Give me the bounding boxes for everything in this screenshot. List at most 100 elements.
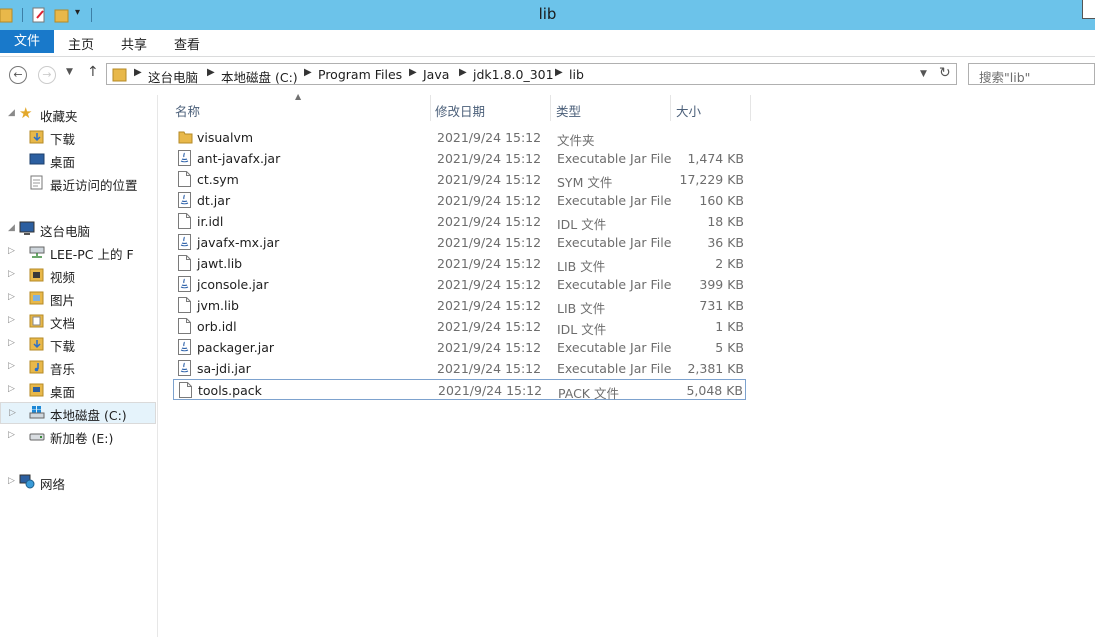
- file-name: ant-javafx.jar: [197, 151, 281, 166]
- nav-network-drive-f[interactable]: ▷ LEE-PC 上的 F: [0, 241, 156, 263]
- nav-desktop[interactable]: ▷ 桌面: [0, 379, 156, 401]
- file-row[interactable]: jvm.lib 2021/9/24 15:12 LIB 文件 731 KB: [173, 295, 746, 316]
- file-row[interactable]: ant-javafx.jar 2021/9/24 15:12 Executable …: [173, 148, 746, 169]
- file-modified-date: 2021/9/24 15:12: [437, 151, 542, 166]
- breadcrumb-chevron-icon[interactable]: ▶: [134, 67, 142, 78]
- nav-videos[interactable]: ▷ 视频: [0, 264, 156, 286]
- nav-favorites[interactable]: ◢ ★ 收藏夹: [0, 103, 156, 125]
- folder-icon: [178, 131, 193, 144]
- collapse-arrow-icon[interactable]: ▷: [8, 476, 15, 486]
- file-row[interactable]: ct.sym 2021/9/24 15:12 SYM 文件 17,229 KB: [173, 169, 746, 190]
- file-row[interactable]: orb.idl 2021/9/24 15:12 IDL 文件 1 KB: [173, 316, 746, 337]
- nav-favorites-downloads[interactable]: 下载: [0, 126, 156, 148]
- nav-network[interactable]: ▷ 网络: [0, 471, 156, 493]
- file-modified-date: 2021/9/24 15:12: [437, 172, 542, 187]
- forward-button[interactable]: →: [38, 66, 56, 84]
- nav-downloads[interactable]: ▷ 下载: [0, 333, 156, 355]
- address-history-chevron-icon[interactable]: ▼: [920, 69, 927, 79]
- collapse-arrow-icon[interactable]: ▷: [8, 361, 15, 371]
- downloads-folder-icon: [29, 337, 44, 351]
- collapse-arrow-icon[interactable]: ▷: [8, 246, 15, 256]
- nav-music[interactable]: ▷ 音乐: [0, 356, 156, 378]
- file-type: Executable Jar File: [557, 193, 672, 208]
- nav-pictures[interactable]: ▷ 图片: [0, 287, 156, 309]
- nav-documents[interactable]: ▷ 文档: [0, 310, 156, 332]
- file-icon: [178, 255, 191, 271]
- column-label: 类型: [556, 104, 582, 119]
- nav-this-pc[interactable]: ◢ 这台电脑: [0, 218, 156, 240]
- file-row[interactable]: packager.jar 2021/9/24 15:12 Executable Ja…: [173, 337, 746, 358]
- expand-arrow-icon[interactable]: ◢: [8, 223, 15, 233]
- file-type: 文件夹: [557, 133, 595, 148]
- jar-icon: [178, 276, 191, 292]
- window-close-edge[interactable]: [1082, 0, 1095, 19]
- breadcrumb-java[interactable]: Java: [423, 67, 449, 82]
- collapse-arrow-icon[interactable]: ▷: [8, 269, 15, 279]
- file-row[interactable]: tools.pack 2021/9/24 15:12 PACK 文件 5,048 KB: [173, 379, 746, 401]
- breadcrumb-local-disk[interactable]: 本地磁盘 (C:): [221, 67, 298, 86]
- expand-arrow-icon[interactable]: ◢: [8, 108, 15, 118]
- file-name: packager.jar: [197, 340, 275, 355]
- collapse-arrow-icon[interactable]: ▷: [8, 292, 15, 302]
- file-row[interactable]: sa-jdi.jar 2021/9/24 15:12 Executable Jar …: [173, 358, 746, 379]
- file-name: javafx-mx.jar: [197, 235, 280, 250]
- nav-label: 桌面: [50, 155, 76, 170]
- breadcrumb-chevron-icon[interactable]: ▶: [459, 67, 467, 78]
- file-row[interactable]: visualvm 2021/9/24 15:12 文件夹: [173, 127, 746, 148]
- back-button[interactable]: ←: [9, 66, 27, 84]
- file-size: 36 KB: [707, 235, 744, 250]
- file-modified-date: 2021/9/24 15:12: [437, 235, 542, 250]
- tab-share[interactable]: 共享: [121, 34, 147, 53]
- collapse-arrow-icon[interactable]: ▷: [8, 315, 15, 325]
- breadcrumb-jdk[interactable]: jdk1.8.0_301: [473, 67, 554, 82]
- breadcrumb-chevron-icon[interactable]: ▶: [207, 67, 215, 78]
- file-modified-date: 2021/9/24 15:12: [437, 277, 542, 292]
- breadcrumb-chevron-icon[interactable]: ▶: [304, 67, 312, 78]
- file-row[interactable]: ir.idl 2021/9/24 15:12 IDL 文件 18 KB: [173, 211, 746, 232]
- collapse-arrow-icon[interactable]: ▷: [8, 430, 15, 440]
- file-size: 5 KB: [715, 340, 744, 355]
- file-size: 399 KB: [699, 277, 744, 292]
- collapse-arrow-icon[interactable]: ▷: [8, 384, 15, 394]
- file-row[interactable]: javafx-mx.jar 2021/9/24 15:12 Executable J…: [173, 232, 746, 253]
- file-size: 1,474 KB: [687, 151, 744, 166]
- nav-local-disk-c[interactable]: ▷ 本地磁盘 (C:): [0, 402, 156, 424]
- nav-favorites-desktop[interactable]: 桌面: [0, 149, 156, 171]
- column-header-size[interactable]: 大小: [670, 95, 751, 121]
- nav-label: 文档: [50, 316, 76, 331]
- breadcrumb-chevron-icon[interactable]: ▶: [409, 67, 417, 78]
- column-header-date[interactable]: 修改日期: [430, 95, 551, 121]
- collapse-arrow-icon[interactable]: ▷: [8, 338, 15, 348]
- breadcrumb-chevron-icon[interactable]: ▶: [555, 67, 563, 78]
- collapse-arrow-icon[interactable]: ▷: [9, 408, 16, 418]
- breadcrumb-program-files[interactable]: Program Files: [318, 67, 402, 82]
- file-row[interactable]: jawt.lib 2021/9/24 15:12 LIB 文件 2 KB: [173, 253, 746, 274]
- tab-file[interactable]: 文件: [0, 30, 54, 53]
- file-modified-date: 2021/9/24 15:12: [437, 298, 542, 313]
- breadcrumb-lib[interactable]: lib: [569, 67, 584, 82]
- up-arrow-icon[interactable]: ↑: [87, 64, 99, 80]
- column-header-name[interactable]: ▲ 名称: [160, 92, 431, 121]
- file-name: jvm.lib: [197, 298, 239, 313]
- column-header-type[interactable]: 类型: [550, 95, 671, 121]
- recent-locations-chevron-icon[interactable]: ▼: [66, 67, 73, 77]
- tab-view[interactable]: 查看: [174, 34, 200, 53]
- file-name: visualvm: [197, 130, 254, 145]
- address-bar[interactable]: ▶ 这台电脑 ▶ 本地磁盘 (C:) ▶ Program Files ▶ Jav…: [106, 63, 957, 85]
- file-icon: [178, 318, 191, 334]
- file-row[interactable]: dt.jar 2021/9/24 15:12 Executable Jar File…: [173, 190, 746, 211]
- file-size: 160 KB: [699, 193, 744, 208]
- file-type: IDL 文件: [557, 217, 607, 232]
- nav-recent-places[interactable]: 最近访问的位置: [0, 172, 156, 194]
- file-type: LIB 文件: [557, 259, 606, 274]
- breadcrumb-this-pc[interactable]: 这台电脑: [148, 67, 198, 86]
- nav-volume-e[interactable]: ▷ 新加卷 (E:): [0, 425, 156, 447]
- column-label: 名称: [175, 104, 201, 119]
- refresh-icon[interactable]: ↻: [939, 65, 951, 81]
- file-row[interactable]: jconsole.jar 2021/9/24 15:12 Executable Ja…: [173, 274, 746, 295]
- tab-home[interactable]: 主页: [68, 34, 94, 53]
- file-name: jconsole.jar: [197, 277, 269, 292]
- search-input[interactable]: 搜索"lib": [968, 63, 1095, 85]
- jar-icon: [178, 360, 191, 376]
- computer-icon: [19, 221, 35, 235]
